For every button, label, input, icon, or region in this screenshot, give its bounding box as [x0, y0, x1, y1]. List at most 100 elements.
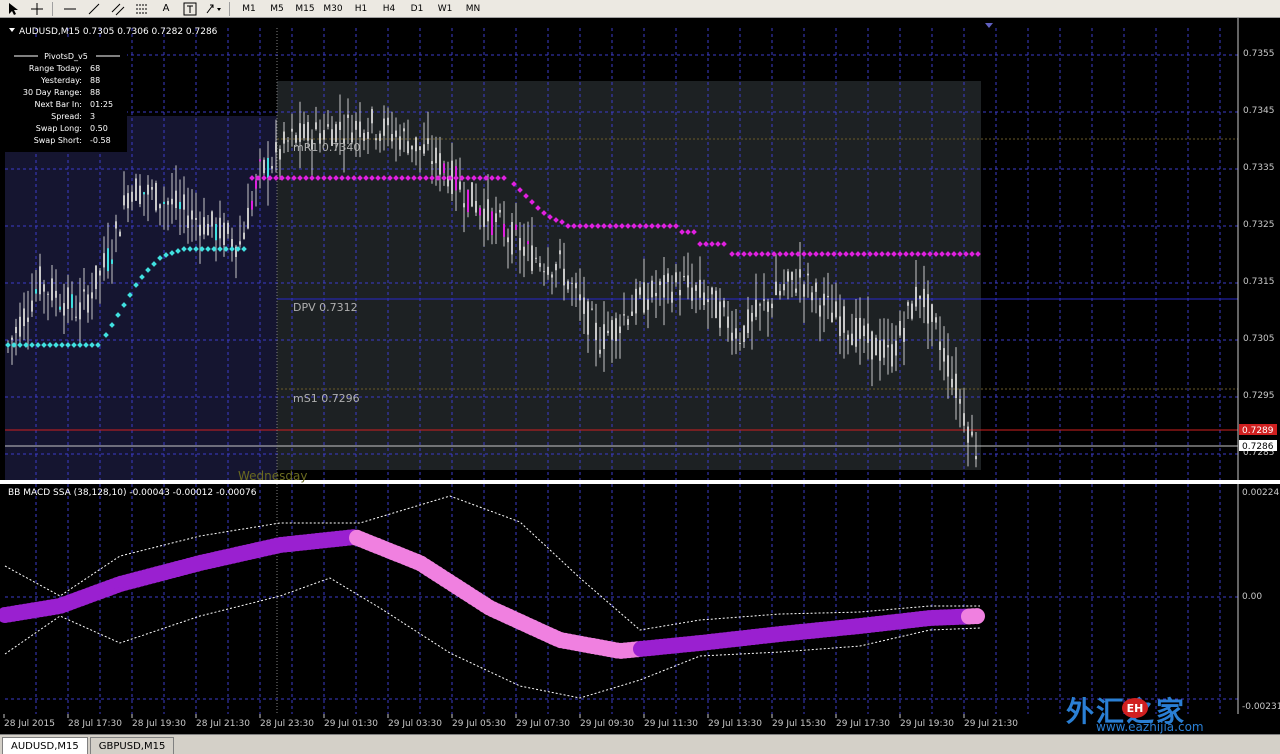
candle-body: [603, 324, 605, 350]
candle-body: [727, 316, 729, 328]
candle-body: [135, 178, 137, 201]
timeframe-m30[interactable]: M30: [320, 1, 346, 17]
label-icon[interactable]: [179, 1, 201, 17]
time-tick: 29 Jul 13:30: [708, 719, 762, 729]
tab-gbpusd-m15[interactable]: GBPUSD,M15: [89, 737, 175, 754]
candle-body: [915, 286, 917, 307]
candle-body: [711, 287, 713, 295]
timeframe-m1[interactable]: M1: [236, 1, 262, 17]
previous-day-zone: [5, 116, 277, 480]
candle-body: [251, 200, 253, 210]
candle-body: [811, 292, 813, 301]
timeframe-d1[interactable]: D1: [404, 1, 430, 17]
chart-canvas[interactable]: 0.7355 0.7345 0.7335 0.7325 0.7315 0.730…: [0, 18, 1280, 734]
candle-body: [483, 208, 485, 227]
candle-body: [699, 279, 701, 298]
candle-body: [143, 192, 145, 195]
current-price-label: 0.7286: [1242, 442, 1274, 452]
candle-body: [655, 292, 657, 297]
candle-body: [551, 274, 553, 278]
pivots-row-value: 0.50: [90, 124, 108, 133]
timeframe-m15[interactable]: M15: [292, 1, 318, 17]
chart-menu-arrow-icon[interactable]: [9, 28, 15, 32]
channel-icon[interactable]: [107, 1, 129, 17]
candle-body: [379, 133, 381, 141]
candle-body: [227, 222, 229, 234]
candle-body: [747, 309, 749, 333]
candle-body: [643, 282, 645, 313]
candle-body: [823, 293, 825, 306]
timeframe-m5[interactable]: M5: [264, 1, 290, 17]
candle-body: [883, 339, 885, 358]
candle-body: [739, 342, 741, 344]
candle-body: [903, 327, 905, 342]
text-icon[interactable]: A: [155, 1, 177, 17]
candle-body: [375, 138, 377, 141]
time-tick: 28 Jul 21:30: [196, 719, 250, 729]
candle-body: [407, 141, 409, 154]
candle-body: [363, 132, 365, 141]
candle-body: [519, 238, 521, 251]
candle-body: [679, 289, 681, 296]
candle-body: [87, 294, 89, 313]
hline-icon[interactable]: [59, 1, 81, 17]
cursor-icon[interactable]: [2, 1, 24, 17]
candle-body: [243, 232, 245, 239]
candle-body: [751, 312, 753, 322]
symbol-tabs: AUDUSD,M15 GBPUSD,M15: [0, 734, 1280, 754]
fibo-icon[interactable]: [131, 1, 153, 17]
candle-body: [163, 201, 165, 204]
chart-window[interactable]: 0.7355 0.7345 0.7335 0.7325 0.7315 0.730…: [0, 18, 1280, 734]
candle-body: [391, 134, 393, 142]
main-toolbar: A M1 M5 M15 M30 H1 H4 D1 W1 MN: [0, 0, 1280, 18]
time-tick: 29 Jul 09:30: [580, 719, 634, 729]
candle-body: [951, 378, 953, 388]
candle-body: [831, 312, 833, 323]
candle-body: [531, 245, 533, 271]
trendline-icon[interactable]: [83, 1, 105, 17]
timeframe-h4[interactable]: H4: [376, 1, 402, 17]
candle-body: [703, 292, 705, 306]
candle-body: [123, 195, 125, 206]
candle-body: [899, 320, 901, 336]
time-tick: 28 Jul 17:30: [68, 719, 122, 729]
time-tick: 29 Jul 19:30: [900, 719, 954, 729]
candle-body: [675, 272, 677, 283]
timeframe-mn[interactable]: MN: [460, 1, 486, 17]
crosshair-icon[interactable]: [26, 1, 48, 17]
watermark: 外汇之家 EH www.eazhijia.com: [1062, 690, 1280, 734]
candle-body: [523, 246, 525, 256]
candle-body: [759, 304, 761, 306]
candle-body: [599, 349, 601, 354]
pane-separator[interactable]: [0, 480, 1280, 484]
candle-body: [567, 281, 569, 290]
shapes-dropdown-icon[interactable]: [203, 1, 225, 17]
tab-audusd-m15[interactable]: AUDUSD,M15: [2, 737, 88, 754]
candle-body: [615, 318, 617, 342]
candle-body: [199, 224, 201, 236]
candle-body: [735, 328, 737, 339]
candle-body: [43, 284, 45, 292]
dpv-label: DPV 0.7312: [293, 301, 358, 314]
time-tick: 28 Jul 19:30: [132, 719, 186, 729]
candle-body: [563, 268, 565, 286]
timeframe-w1[interactable]: W1: [432, 1, 458, 17]
candle-body: [827, 295, 829, 298]
chart-shift-marker-icon[interactable]: [985, 23, 993, 28]
candle-body: [195, 217, 197, 220]
candle-body: [931, 304, 933, 322]
candle-body: [867, 323, 869, 343]
candle-body: [891, 344, 893, 367]
candle-body: [15, 326, 17, 334]
candle-body: [911, 303, 913, 319]
ms1-label: mS1 0.7296: [293, 392, 360, 405]
candle-body: [807, 273, 809, 276]
candle-body: [623, 314, 625, 316]
candle-body: [83, 289, 85, 292]
candle-body: [863, 325, 865, 337]
candle-body: [847, 334, 849, 340]
timeframe-h1[interactable]: H1: [348, 1, 374, 17]
pivots-row-value: 01:25: [90, 100, 113, 109]
candle-body: [207, 223, 209, 236]
candle-body: [487, 199, 489, 222]
